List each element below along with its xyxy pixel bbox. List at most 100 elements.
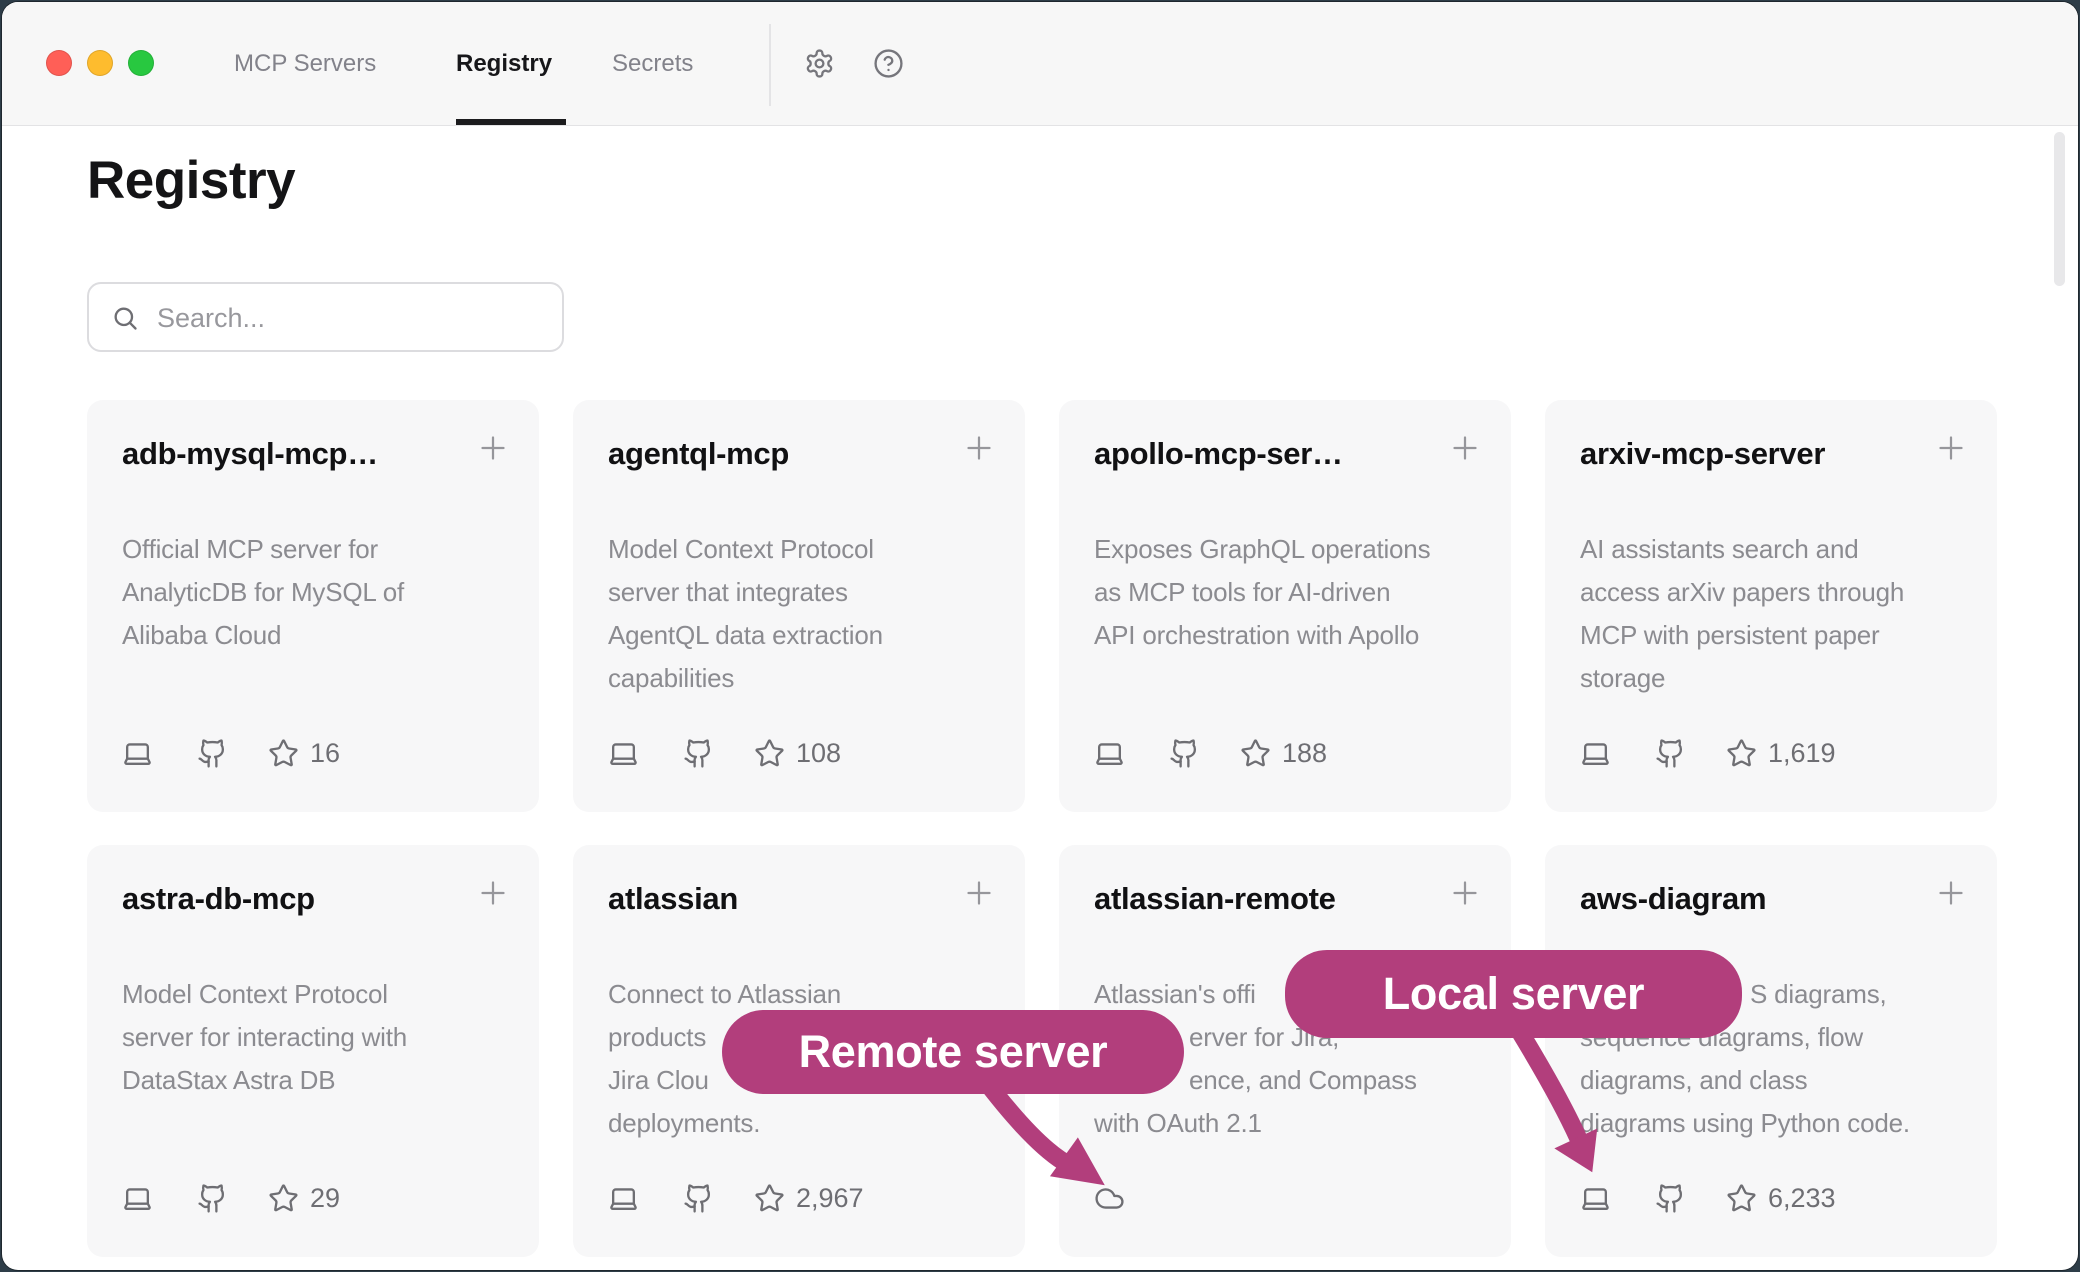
plus-icon bbox=[475, 875, 511, 911]
card-header: adb-mysql-mcp… bbox=[122, 430, 511, 472]
card-apollo-mcp-server[interactable]: apollo-mcp-ser… Exposes GraphQL operation… bbox=[1059, 400, 1511, 812]
description-line: as MCP tools for AI-driven bbox=[1094, 571, 1491, 614]
description-line: storage bbox=[1580, 657, 1977, 700]
minimize-window-button[interactable] bbox=[87, 50, 113, 76]
card-title: aws-diagram bbox=[1580, 881, 1766, 917]
star-icon bbox=[1726, 1183, 1757, 1214]
tab-registry[interactable]: Registry bbox=[456, 2, 552, 125]
plus-icon bbox=[961, 875, 997, 911]
github-icon-wrap[interactable] bbox=[1655, 738, 1686, 769]
plus-icon bbox=[1933, 875, 1969, 911]
add-server-button[interactable] bbox=[1933, 875, 1969, 911]
card-title: astra-db-mcp bbox=[122, 881, 315, 917]
card-description: AI assistants search andaccess arXiv pap… bbox=[1580, 528, 1977, 700]
settings-gear-icon[interactable] bbox=[804, 48, 835, 79]
card-atlassian-remote[interactable]: atlassian-remoteAtlassian's offierver fo… bbox=[1059, 845, 1511, 1257]
description-line: API orchestration with Apollo bbox=[1094, 614, 1491, 657]
laptop-icon-wrap bbox=[1094, 738, 1125, 769]
card-description: Exposes GraphQL operationsas MCP tools f… bbox=[1094, 528, 1491, 657]
description-line: Model Context Protocol bbox=[608, 528, 1005, 571]
tab-mcp-servers[interactable]: MCP Servers bbox=[234, 2, 376, 125]
github-icon-wrap[interactable] bbox=[197, 738, 228, 769]
github-icon bbox=[683, 1183, 714, 1214]
laptop-icon-wrap bbox=[1580, 738, 1611, 769]
laptop-icon-wrap bbox=[1580, 1183, 1611, 1214]
description-line: Model Context Protocol bbox=[122, 973, 519, 1016]
github-icon-wrap[interactable] bbox=[197, 1183, 228, 1214]
github-icon-wrap[interactable] bbox=[683, 1183, 714, 1214]
add-server-button[interactable] bbox=[1447, 875, 1483, 911]
star-icon-wrap bbox=[268, 738, 299, 769]
card-header: atlassian-remote bbox=[1094, 875, 1483, 917]
search-input[interactable] bbox=[155, 284, 549, 352]
card-description: Connect to AtlassianproductsJira Cloudep… bbox=[608, 973, 1005, 1145]
github-icon bbox=[197, 1183, 228, 1214]
star-count: 16 bbox=[310, 738, 340, 769]
card-footer: 6,233 bbox=[1580, 1183, 1836, 1214]
description-line: Official MCP server for bbox=[122, 528, 519, 571]
description-line: access arXiv papers through bbox=[1580, 571, 1977, 614]
github-icon-wrap[interactable] bbox=[683, 738, 714, 769]
star-icon bbox=[268, 1183, 299, 1214]
laptop-icon bbox=[122, 1183, 153, 1214]
github-icon-wrap[interactable] bbox=[1655, 1183, 1686, 1214]
card-header: atlassian bbox=[608, 875, 997, 917]
card-arxiv-mcp-server[interactable]: arxiv-mcp-server AI assistants search and… bbox=[1545, 400, 1997, 812]
card-footer: 188 bbox=[1094, 738, 1327, 769]
star-icon bbox=[1240, 738, 1271, 769]
cloud-icon-wrap bbox=[1094, 1183, 1125, 1214]
card-title: apollo-mcp-ser… bbox=[1094, 436, 1343, 472]
description-line: sequence diagrams, flow bbox=[1580, 1016, 1977, 1059]
help-icon[interactable] bbox=[873, 48, 904, 79]
add-server-button[interactable] bbox=[475, 430, 511, 466]
star-icon bbox=[754, 738, 785, 769]
description-line: MCP with persistent paper bbox=[1580, 614, 1977, 657]
card-footer bbox=[1094, 1183, 1125, 1214]
card-header: aws-diagram bbox=[1580, 875, 1969, 917]
titlebar: MCP Servers Registry Secrets bbox=[2, 2, 2078, 126]
description-line: deployments. bbox=[608, 1102, 1005, 1145]
laptop-icon bbox=[1094, 738, 1125, 769]
cloud-icon bbox=[1094, 1183, 1125, 1214]
github-icon bbox=[1655, 738, 1686, 769]
add-server-button[interactable] bbox=[1933, 430, 1969, 466]
card-title: arxiv-mcp-server bbox=[1580, 436, 1825, 472]
star-icon-wrap bbox=[1726, 738, 1757, 769]
zoom-window-button[interactable] bbox=[128, 50, 154, 76]
card-atlassian[interactable]: atlassian Connect to AtlassianproductsJir… bbox=[573, 845, 1025, 1257]
description-line: AnalyticDB for MySQL of bbox=[122, 571, 519, 614]
card-header: arxiv-mcp-server bbox=[1580, 430, 1969, 472]
star-count: 6,233 bbox=[1768, 1183, 1836, 1214]
add-server-button[interactable] bbox=[475, 875, 511, 911]
tab-secrets[interactable]: Secrets bbox=[612, 2, 693, 125]
card-header: astra-db-mcp bbox=[122, 875, 511, 917]
github-icon bbox=[683, 738, 714, 769]
card-astra-db-mcp[interactable]: astra-db-mcp Model Context Protocolserver… bbox=[87, 845, 539, 1257]
description-line: AgentQL data extraction bbox=[608, 614, 1005, 657]
card-adb-mysql-mcp[interactable]: adb-mysql-mcp… Official MCP server forAna… bbox=[87, 400, 539, 812]
star-icon-wrap bbox=[268, 1183, 299, 1214]
description-line: products bbox=[608, 1016, 1005, 1059]
description-line: server that integrates bbox=[608, 571, 1005, 614]
github-icon-wrap[interactable] bbox=[1169, 738, 1200, 769]
card-agentql-mcp[interactable]: agentql-mcpModel Context Protocolserver … bbox=[573, 400, 1025, 812]
star-count: 2,967 bbox=[796, 1183, 864, 1214]
github-icon bbox=[197, 738, 228, 769]
laptop-icon bbox=[1580, 1183, 1611, 1214]
card-aws-diagram[interactable]: aws-diagramS diagrams,sequence diagrams,… bbox=[1545, 845, 1997, 1257]
plus-icon bbox=[1447, 875, 1483, 911]
card-description: Model Context Protocolserver for interac… bbox=[122, 973, 519, 1102]
add-server-button[interactable] bbox=[961, 430, 997, 466]
search-box bbox=[87, 282, 564, 352]
add-server-button[interactable] bbox=[1447, 430, 1483, 466]
github-icon bbox=[1655, 1183, 1686, 1214]
close-window-button[interactable] bbox=[46, 50, 72, 76]
card-title: atlassian-remote bbox=[1094, 881, 1336, 917]
description-line: diagrams using Python code. bbox=[1580, 1102, 1977, 1145]
laptop-icon-wrap bbox=[122, 1183, 153, 1214]
description-line: AI assistants search and bbox=[1580, 528, 1977, 571]
active-tab-underline bbox=[456, 119, 566, 125]
add-server-button[interactable] bbox=[961, 875, 997, 911]
vertical-scrollbar-thumb[interactable] bbox=[2054, 132, 2065, 286]
card-description: Model Context Protocolserver that integr… bbox=[608, 528, 1005, 700]
